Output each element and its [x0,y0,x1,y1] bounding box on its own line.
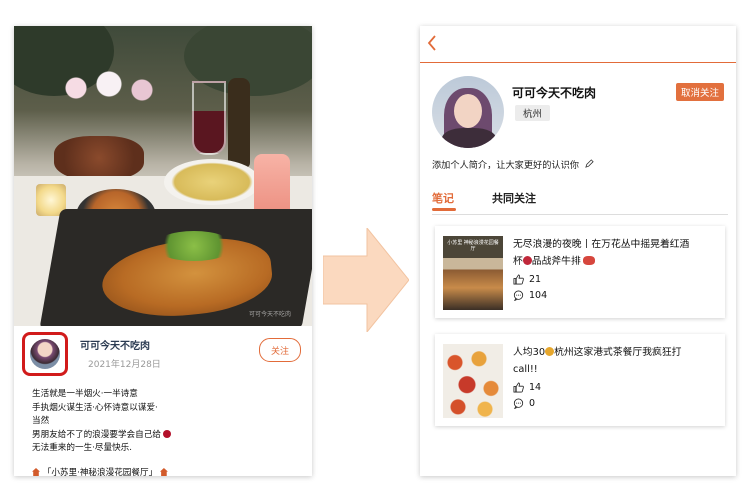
unfollow-button[interactable]: 取消关注 [676,83,724,101]
caption-text: 男朋友给不了的浪漫要学会自己给 [32,429,161,440]
house-icon [159,468,168,476]
avatar-face [454,94,482,128]
avatar[interactable] [30,339,60,369]
note-title-text: 无尽浪漫的夜晚丨在万花丛中摇晃着红酒 [513,239,690,250]
note-thumbnail[interactable] [443,344,503,418]
caption-line: 手执烟火谋生活·心怀诗意以谋爱· [32,402,158,413]
note-thumbnail[interactable]: 小苏里 神秘浪漫花园餐厅 [443,236,503,310]
tab-mutual-follows[interactable]: 共同关注 [492,190,536,206]
profile-username: 可可今天不吃肉 [512,86,597,100]
comment-count-value: 0 [529,398,536,409]
like-count-value: 14 [529,382,542,393]
profile-screen: 可可今天不吃肉 杭州 取消关注 添加个人简介，让大家更好的认识你 笔记 共同关注… [420,26,736,476]
tab-notes[interactable]: 笔记 [432,190,454,206]
note-title: 无尽浪漫的夜晚丨在万花丛中摇晃着红酒 杯品战斧牛排 [513,236,717,270]
post-detail-screen: 可可今天不吃肉 可可今天不吃肉 2021年12月28日 关注 生活就是一半烟火·… [14,26,312,476]
caption-line: 生活就是一半烟火·一半诗意 [32,389,138,399]
comment-icon [513,398,524,409]
note-card[interactable]: 人均30 杭州这家港式茶餐厅我疯狂打 call!! 14 0 [435,334,725,426]
note-title: 人均30 杭州这家港式茶餐厅我疯狂打 call!! [513,344,717,378]
note-title-text: 杭州这家港式茶餐厅我疯狂打 [554,347,682,358]
tab-active-indicator [432,208,456,211]
avatar-body [442,128,496,148]
wine-bottle [228,78,250,168]
cherry-icon [162,429,171,438]
top-bar [420,26,736,63]
author-avatar-highlight[interactable] [22,332,68,376]
back-arrow-icon[interactable] [426,34,440,54]
note-title-text: 人均30 [513,347,546,358]
comment-count[interactable]: 104 [513,290,547,301]
author-name[interactable]: 可可今天不吃肉 [80,337,150,352]
post-date: 2021年12月28日 [88,360,161,370]
comment-count[interactable]: 0 [513,398,535,409]
bio-text: 添加个人简介，让大家更好的认识你 [432,160,579,171]
edit-icon[interactable] [585,159,594,171]
caption-line: 男朋友给不了的浪漫要学会自己给 [32,429,171,443]
comment-icon [513,290,524,301]
photo-watermark: 可可今天不吃肉 [249,311,292,318]
location-tag[interactable]: 「小苏里·神秘浪漫花园餐厅」 [32,466,168,476]
house-icon [32,468,40,476]
thumbs-up-icon [513,382,524,393]
note-title-text: call!! [513,364,538,375]
post-photo[interactable]: 可可今天不吃肉 [14,26,312,326]
money-bag-icon [545,347,555,356]
transition-arrow-icon [323,228,409,332]
steak-icon [582,256,595,265]
greens-garnish [154,231,234,261]
like-count-value: 21 [529,274,542,285]
flowers-decor [54,68,164,108]
note-card[interactable]: 小苏里 神秘浪漫花园餐厅 无尽浪漫的夜晚丨在万花丛中摇晃着红酒 杯品战斧牛排 2… [435,226,725,318]
wine-glass-icon [522,256,532,265]
caption-line: 当然 [32,416,50,426]
profile-avatar[interactable] [432,76,504,148]
post-caption: 生活就是一半烟火·一半诗意 手执烟火谋生活·心怀诗意以谋爱· 当然 男朋友给不了… [32,388,171,456]
city-badge: 杭州 [515,105,551,121]
profile-tabs: 笔记 共同关注 [432,186,728,215]
like-count[interactable]: 14 [513,382,541,393]
like-count[interactable]: 21 [513,274,541,285]
thumbs-up-icon [513,274,524,285]
wine-glass [192,81,226,155]
comment-count-value: 104 [529,290,548,301]
note-title-text: 品战斧牛排 [531,256,581,267]
profile-bio[interactable]: 添加个人简介，让大家更好的认识你 [432,157,594,171]
location-text: 「小苏里·神秘浪漫花园餐厅」 [42,468,158,476]
pasta-dish [164,159,260,205]
note-title-text: 杯 [513,256,523,267]
thumbnail-caption: 小苏里 神秘浪漫花园餐厅 [447,240,499,252]
follow-button[interactable]: 关注 [259,338,301,362]
caption-line: 无法重来的一生·尽量快乐. [32,443,132,453]
steak-dish [54,136,144,180]
